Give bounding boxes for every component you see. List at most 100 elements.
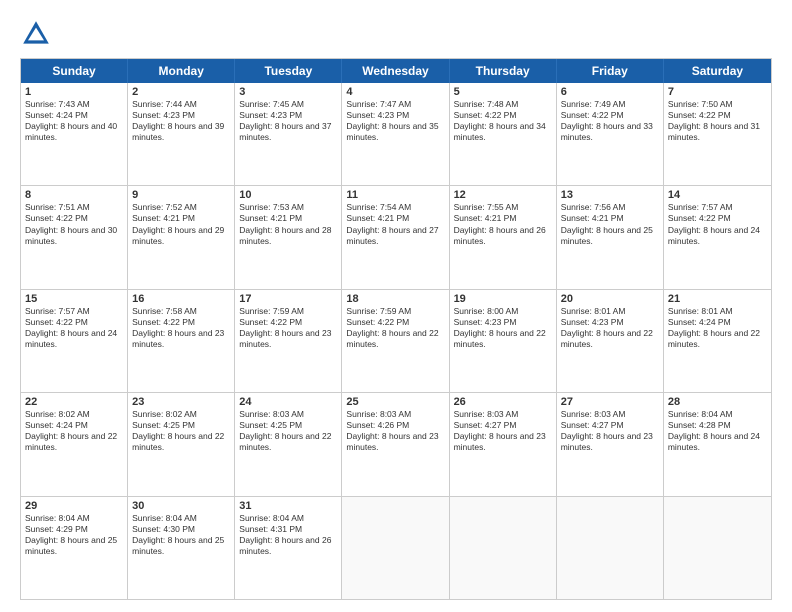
day-number: 20	[561, 293, 659, 305]
cell-info: Sunrise: 7:52 AMSunset: 4:21 PMDaylight:…	[132, 202, 224, 245]
day-number: 31	[239, 500, 337, 512]
calendar-cell-day-25: 25Sunrise: 8:03 AMSunset: 4:26 PMDayligh…	[342, 393, 449, 495]
day-number: 19	[454, 293, 552, 305]
cell-info: Sunrise: 7:51 AMSunset: 4:22 PMDaylight:…	[25, 202, 117, 245]
calendar-cell-day-31: 31Sunrise: 8:04 AMSunset: 4:31 PMDayligh…	[235, 497, 342, 599]
cell-info: Sunrise: 7:47 AMSunset: 4:23 PMDaylight:…	[346, 99, 438, 142]
calendar-cell-day-19: 19Sunrise: 8:00 AMSunset: 4:23 PMDayligh…	[450, 290, 557, 392]
day-number: 17	[239, 293, 337, 305]
day-number: 26	[454, 396, 552, 408]
cell-info: Sunrise: 8:04 AMSunset: 4:31 PMDaylight:…	[239, 513, 331, 556]
calendar-cell-day-16: 16Sunrise: 7:58 AMSunset: 4:22 PMDayligh…	[128, 290, 235, 392]
calendar-cell-day-6: 6Sunrise: 7:49 AMSunset: 4:22 PMDaylight…	[557, 83, 664, 185]
calendar-cell-day-28: 28Sunrise: 8:04 AMSunset: 4:28 PMDayligh…	[664, 393, 771, 495]
cell-info: Sunrise: 8:02 AMSunset: 4:25 PMDaylight:…	[132, 409, 224, 452]
calendar: SundayMondayTuesdayWednesdayThursdayFrid…	[20, 58, 772, 600]
calendar-cell-empty	[557, 497, 664, 599]
day-number: 29	[25, 500, 123, 512]
calendar-cell-day-29: 29Sunrise: 8:04 AMSunset: 4:29 PMDayligh…	[21, 497, 128, 599]
cell-info: Sunrise: 8:04 AMSunset: 4:28 PMDaylight:…	[668, 409, 760, 452]
day-number: 12	[454, 189, 552, 201]
header-day-thursday: Thursday	[450, 59, 557, 83]
logo-icon	[20, 18, 52, 50]
calendar-cell-day-5: 5Sunrise: 7:48 AMSunset: 4:22 PMDaylight…	[450, 83, 557, 185]
header-day-tuesday: Tuesday	[235, 59, 342, 83]
calendar-cell-day-22: 22Sunrise: 8:02 AMSunset: 4:24 PMDayligh…	[21, 393, 128, 495]
day-number: 7	[668, 86, 767, 98]
day-number: 24	[239, 396, 337, 408]
calendar-cell-day-24: 24Sunrise: 8:03 AMSunset: 4:25 PMDayligh…	[235, 393, 342, 495]
day-number: 8	[25, 189, 123, 201]
calendar-cell-empty	[342, 497, 449, 599]
header-day-wednesday: Wednesday	[342, 59, 449, 83]
header-day-friday: Friday	[557, 59, 664, 83]
calendar-cell-day-2: 2Sunrise: 7:44 AMSunset: 4:23 PMDaylight…	[128, 83, 235, 185]
header-day-monday: Monday	[128, 59, 235, 83]
day-number: 9	[132, 189, 230, 201]
cell-info: Sunrise: 7:55 AMSunset: 4:21 PMDaylight:…	[454, 202, 546, 245]
cell-info: Sunrise: 7:45 AMSunset: 4:23 PMDaylight:…	[239, 99, 331, 142]
calendar-cell-day-3: 3Sunrise: 7:45 AMSunset: 4:23 PMDaylight…	[235, 83, 342, 185]
calendar-cell-day-9: 9Sunrise: 7:52 AMSunset: 4:21 PMDaylight…	[128, 186, 235, 288]
calendar-row-3: 15Sunrise: 7:57 AMSunset: 4:22 PMDayligh…	[21, 290, 771, 393]
cell-info: Sunrise: 7:44 AMSunset: 4:23 PMDaylight:…	[132, 99, 224, 142]
header-day-saturday: Saturday	[664, 59, 771, 83]
calendar-cell-day-12: 12Sunrise: 7:55 AMSunset: 4:21 PMDayligh…	[450, 186, 557, 288]
day-number: 25	[346, 396, 444, 408]
day-number: 16	[132, 293, 230, 305]
day-number: 11	[346, 189, 444, 201]
cell-info: Sunrise: 7:59 AMSunset: 4:22 PMDaylight:…	[239, 306, 331, 349]
cell-info: Sunrise: 8:03 AMSunset: 4:27 PMDaylight:…	[454, 409, 546, 452]
calendar-cell-day-11: 11Sunrise: 7:54 AMSunset: 4:21 PMDayligh…	[342, 186, 449, 288]
cell-info: Sunrise: 8:01 AMSunset: 4:24 PMDaylight:…	[668, 306, 760, 349]
calendar-cell-day-4: 4Sunrise: 7:47 AMSunset: 4:23 PMDaylight…	[342, 83, 449, 185]
cell-info: Sunrise: 8:02 AMSunset: 4:24 PMDaylight:…	[25, 409, 117, 452]
cell-info: Sunrise: 7:49 AMSunset: 4:22 PMDaylight:…	[561, 99, 653, 142]
calendar-row-4: 22Sunrise: 8:02 AMSunset: 4:24 PMDayligh…	[21, 393, 771, 496]
calendar-cell-day-17: 17Sunrise: 7:59 AMSunset: 4:22 PMDayligh…	[235, 290, 342, 392]
calendar-cell-day-15: 15Sunrise: 7:57 AMSunset: 4:22 PMDayligh…	[21, 290, 128, 392]
cell-info: Sunrise: 7:59 AMSunset: 4:22 PMDaylight:…	[346, 306, 438, 349]
cell-info: Sunrise: 7:56 AMSunset: 4:21 PMDaylight:…	[561, 202, 653, 245]
header	[20, 18, 772, 50]
day-number: 15	[25, 293, 123, 305]
calendar-cell-empty	[450, 497, 557, 599]
day-number: 22	[25, 396, 123, 408]
day-number: 21	[668, 293, 767, 305]
calendar-cell-day-7: 7Sunrise: 7:50 AMSunset: 4:22 PMDaylight…	[664, 83, 771, 185]
day-number: 6	[561, 86, 659, 98]
cell-info: Sunrise: 8:03 AMSunset: 4:26 PMDaylight:…	[346, 409, 438, 452]
day-number: 27	[561, 396, 659, 408]
calendar-cell-day-21: 21Sunrise: 8:01 AMSunset: 4:24 PMDayligh…	[664, 290, 771, 392]
day-number: 1	[25, 86, 123, 98]
cell-info: Sunrise: 7:48 AMSunset: 4:22 PMDaylight:…	[454, 99, 546, 142]
day-number: 5	[454, 86, 552, 98]
day-number: 28	[668, 396, 767, 408]
calendar-cell-day-14: 14Sunrise: 7:57 AMSunset: 4:22 PMDayligh…	[664, 186, 771, 288]
cell-info: Sunrise: 8:00 AMSunset: 4:23 PMDaylight:…	[454, 306, 546, 349]
cell-info: Sunrise: 8:04 AMSunset: 4:30 PMDaylight:…	[132, 513, 224, 556]
calendar-header: SundayMondayTuesdayWednesdayThursdayFrid…	[21, 59, 771, 83]
cell-info: Sunrise: 8:01 AMSunset: 4:23 PMDaylight:…	[561, 306, 653, 349]
day-number: 4	[346, 86, 444, 98]
day-number: 14	[668, 189, 767, 201]
cell-info: Sunrise: 7:58 AMSunset: 4:22 PMDaylight:…	[132, 306, 224, 349]
day-number: 30	[132, 500, 230, 512]
cell-info: Sunrise: 7:57 AMSunset: 4:22 PMDaylight:…	[25, 306, 117, 349]
cell-info: Sunrise: 7:57 AMSunset: 4:22 PMDaylight:…	[668, 202, 760, 245]
calendar-cell-day-1: 1Sunrise: 7:43 AMSunset: 4:24 PMDaylight…	[21, 83, 128, 185]
cell-info: Sunrise: 7:53 AMSunset: 4:21 PMDaylight:…	[239, 202, 331, 245]
calendar-cell-day-18: 18Sunrise: 7:59 AMSunset: 4:22 PMDayligh…	[342, 290, 449, 392]
calendar-cell-day-20: 20Sunrise: 8:01 AMSunset: 4:23 PMDayligh…	[557, 290, 664, 392]
day-number: 3	[239, 86, 337, 98]
day-number: 18	[346, 293, 444, 305]
cell-info: Sunrise: 8:03 AMSunset: 4:27 PMDaylight:…	[561, 409, 653, 452]
cell-info: Sunrise: 8:03 AMSunset: 4:25 PMDaylight:…	[239, 409, 331, 452]
calendar-cell-day-8: 8Sunrise: 7:51 AMSunset: 4:22 PMDaylight…	[21, 186, 128, 288]
cell-info: Sunrise: 7:43 AMSunset: 4:24 PMDaylight:…	[25, 99, 117, 142]
header-day-sunday: Sunday	[21, 59, 128, 83]
calendar-cell-day-13: 13Sunrise: 7:56 AMSunset: 4:21 PMDayligh…	[557, 186, 664, 288]
calendar-row-1: 1Sunrise: 7:43 AMSunset: 4:24 PMDaylight…	[21, 83, 771, 186]
day-number: 10	[239, 189, 337, 201]
page: SundayMondayTuesdayWednesdayThursdayFrid…	[0, 0, 792, 612]
